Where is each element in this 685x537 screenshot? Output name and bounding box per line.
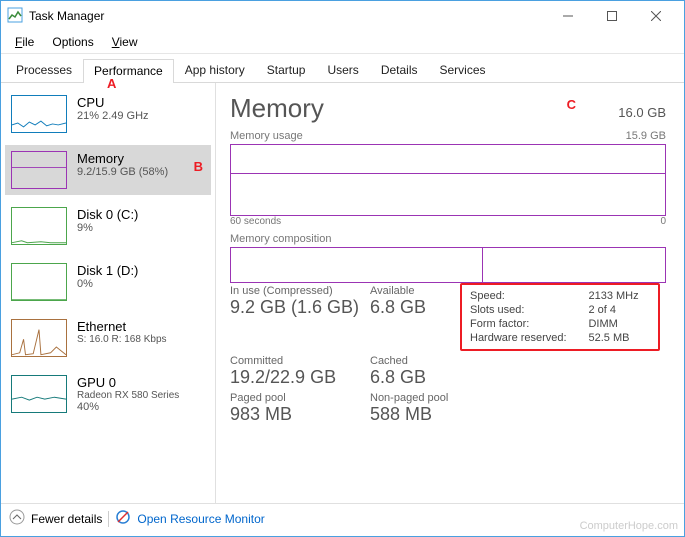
committed-label: Committed: [230, 355, 370, 367]
minimize-button[interactable]: [546, 1, 590, 31]
sidebar-item-memory[interactable]: Memory 9.2/15.9 GB (58%) B: [5, 145, 211, 195]
ethernet-thumb-icon: [11, 319, 67, 357]
tab-services[interactable]: Services: [429, 58, 497, 82]
sidebar-item-gpu[interactable]: GPU 0 Radeon RX 580 Series 40%: [5, 369, 211, 419]
main-panel: Memory 16.0 GB Memory usage 15.9 GB 60 s…: [216, 83, 684, 503]
taskmgr-icon: [7, 7, 23, 26]
sidebar-disk1-sub: 0%: [77, 278, 138, 290]
memory-composition-graph[interactable]: [230, 247, 666, 283]
sidebar-cpu-title: CPU: [77, 95, 149, 110]
hw-label: Hardware reserved:: [470, 331, 588, 345]
cached-value: 6.8 GB: [370, 367, 460, 388]
sidebar-ethernet-sub: S: 16.0 R: 168 Kbps: [77, 334, 167, 345]
disk1-thumb-icon: [11, 263, 67, 301]
specs-box: Speed:2133 MHz Slots used:2 of 4 Form fa…: [460, 283, 660, 351]
fewer-details-link[interactable]: Fewer details: [31, 512, 102, 526]
sidebar-disk0-sub: 9%: [77, 222, 138, 234]
window-controls: [546, 1, 678, 31]
sidebar-item-disk1[interactable]: Disk 1 (D:) 0%: [5, 257, 211, 307]
cached-label: Cached: [370, 355, 460, 367]
sidebar-cpu-sub: 21% 2.49 GHz: [77, 110, 149, 122]
sidebar-disk1-title: Disk 1 (D:): [77, 263, 138, 278]
memory-usage-graph[interactable]: [230, 144, 666, 216]
gpu-thumb-icon: [11, 375, 67, 413]
available-label: Available: [370, 285, 460, 297]
paged-label: Paged pool: [230, 392, 370, 404]
memory-capacity: 16.0 GB: [618, 105, 666, 120]
menu-view[interactable]: View: [104, 33, 146, 51]
slots-value: 2 of 4: [588, 303, 650, 317]
sidebar-item-ethernet[interactable]: Ethernet S: 16.0 R: 168 Kbps: [5, 313, 211, 363]
speed-value: 2133 MHz: [588, 289, 650, 303]
axis-left: 60 seconds: [230, 216, 281, 227]
memory-thumb-icon: [11, 151, 67, 189]
speed-label: Speed:: [470, 289, 588, 303]
menu-options[interactable]: Options: [44, 33, 101, 51]
sidebar-ethernet-title: Ethernet: [77, 319, 167, 334]
chevron-up-icon[interactable]: [9, 509, 25, 528]
nonpaged-label: Non-paged pool: [370, 392, 460, 404]
comp-label: Memory composition: [230, 233, 331, 245]
annotation-b: B: [194, 159, 203, 174]
annotation-c: C: [567, 97, 576, 112]
content-area: CPU 21% 2.49 GHz Memory 9.2/15.9 GB (58%…: [1, 83, 684, 503]
maximize-button[interactable]: [590, 1, 634, 31]
slots-label: Slots used:: [470, 303, 588, 317]
sidebar: CPU 21% 2.49 GHz Memory 9.2/15.9 GB (58%…: [1, 83, 216, 503]
tab-app-history[interactable]: App history: [174, 58, 256, 82]
hw-value: 52.5 MB: [588, 331, 650, 345]
form-label: Form factor:: [470, 317, 588, 331]
tab-users[interactable]: Users: [316, 58, 369, 82]
sidebar-gpu-sub: Radeon RX 580 Series: [77, 390, 179, 401]
menubar: File Options View: [1, 31, 684, 54]
tab-processes[interactable]: Processes: [5, 58, 83, 82]
open-resource-monitor-link[interactable]: Open Resource Monitor: [137, 512, 264, 526]
sidebar-gpu-sub2: 40%: [77, 401, 179, 413]
sidebar-item-cpu[interactable]: CPU 21% 2.49 GHz: [5, 89, 211, 139]
sidebar-item-disk0[interactable]: Disk 0 (C:) 9%: [5, 201, 211, 251]
tab-performance[interactable]: Performance: [83, 59, 174, 83]
footer-divider: [108, 511, 109, 527]
sidebar-disk0-title: Disk 0 (C:): [77, 207, 138, 222]
available-value: 6.8 GB: [370, 297, 460, 318]
sidebar-memory-sub: 9.2/15.9 GB (58%): [77, 166, 168, 178]
inuse-label: In use (Compressed): [230, 285, 370, 297]
paged-value: 983 MB: [230, 404, 370, 425]
usage-label: Memory usage: [230, 130, 303, 142]
tab-details[interactable]: Details: [370, 58, 429, 82]
monitor-icon: [115, 509, 131, 528]
main-heading: Memory: [230, 93, 324, 124]
tab-startup[interactable]: Startup: [256, 58, 317, 82]
committed-value: 19.2/22.9 GB: [230, 367, 370, 388]
sidebar-memory-title: Memory: [77, 151, 168, 166]
usage-max: 15.9 GB: [626, 130, 666, 142]
menu-file[interactable]: File: [7, 33, 42, 51]
window-title: Task Manager: [29, 9, 546, 23]
nonpaged-value: 588 MB: [370, 404, 460, 425]
titlebar: Task Manager: [1, 1, 684, 31]
tab-bar: Processes Performance App history Startu…: [1, 54, 684, 83]
axis-right: 0: [660, 216, 666, 227]
close-button[interactable]: [634, 1, 678, 31]
sidebar-gpu-title: GPU 0: [77, 375, 179, 390]
watermark: ComputerHope.com: [580, 520, 678, 532]
form-value: DIMM: [588, 317, 650, 331]
disk0-thumb-icon: [11, 207, 67, 245]
cpu-thumb-icon: [11, 95, 67, 133]
inuse-value: 9.2 GB (1.6 GB): [230, 297, 370, 318]
